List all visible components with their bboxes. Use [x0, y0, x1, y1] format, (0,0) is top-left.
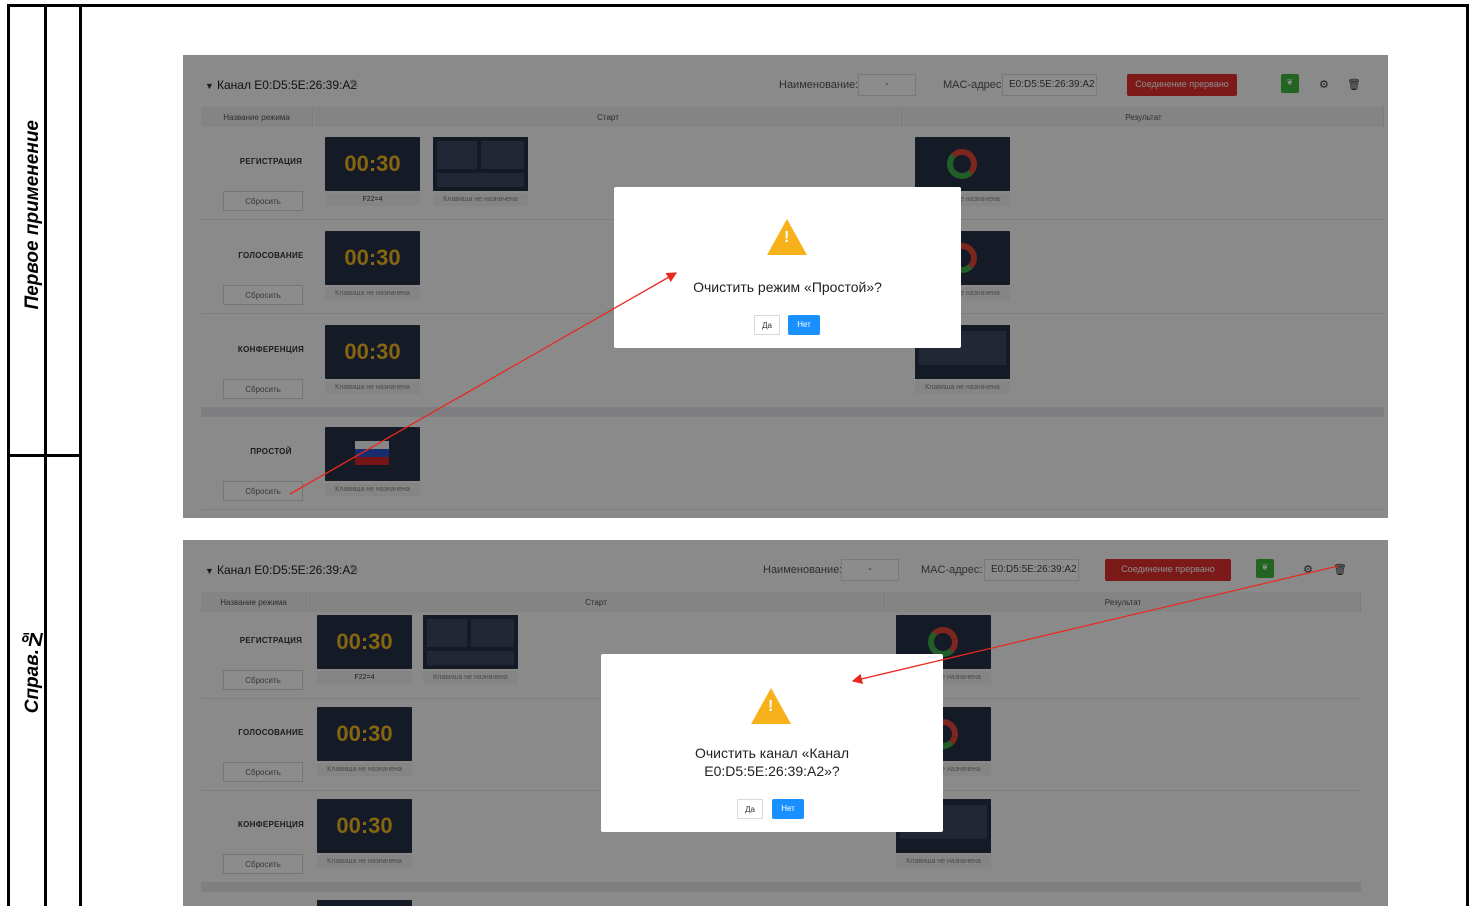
no-button[interactable]: Нет	[788, 315, 820, 335]
side-label-ref-number: Справ.№	[22, 628, 43, 714]
yes-button[interactable]: Да	[754, 315, 780, 335]
dialog-message: Очистить режим «Простой»?	[693, 279, 882, 295]
dialog-message-line1: Очистить канал «Канал	[694, 745, 850, 761]
side-label-first-use: Первое применение	[22, 120, 43, 310]
screenshot-top: ▼ Канал E0:D5:5E:26:39:A2 ✎ Наименование…	[183, 55, 1388, 518]
document-page: Первое применение Справ.№ ▼ Канал E0:D5:…	[0, 0, 1473, 906]
no-button[interactable]: Нет	[772, 799, 804, 819]
dialog-message-line2: E0:D5:5E:26:39:A2»?	[704, 763, 840, 779]
screenshot-bottom: ▼ Канал E0:D5:5E:26:39:A2 ✎ Наименование…	[183, 540, 1388, 906]
yes-button[interactable]: Да	[737, 799, 763, 819]
frame-horizontal-divider	[7, 454, 82, 457]
warning-icon: !	[767, 219, 807, 255]
confirm-dialog: ! Очистить канал «Канал E0:D5:5E:26:39:A…	[601, 654, 943, 832]
warning-icon: !	[751, 688, 791, 724]
confirm-dialog: ! Очистить режим «Простой»? Да Нет	[614, 187, 961, 348]
